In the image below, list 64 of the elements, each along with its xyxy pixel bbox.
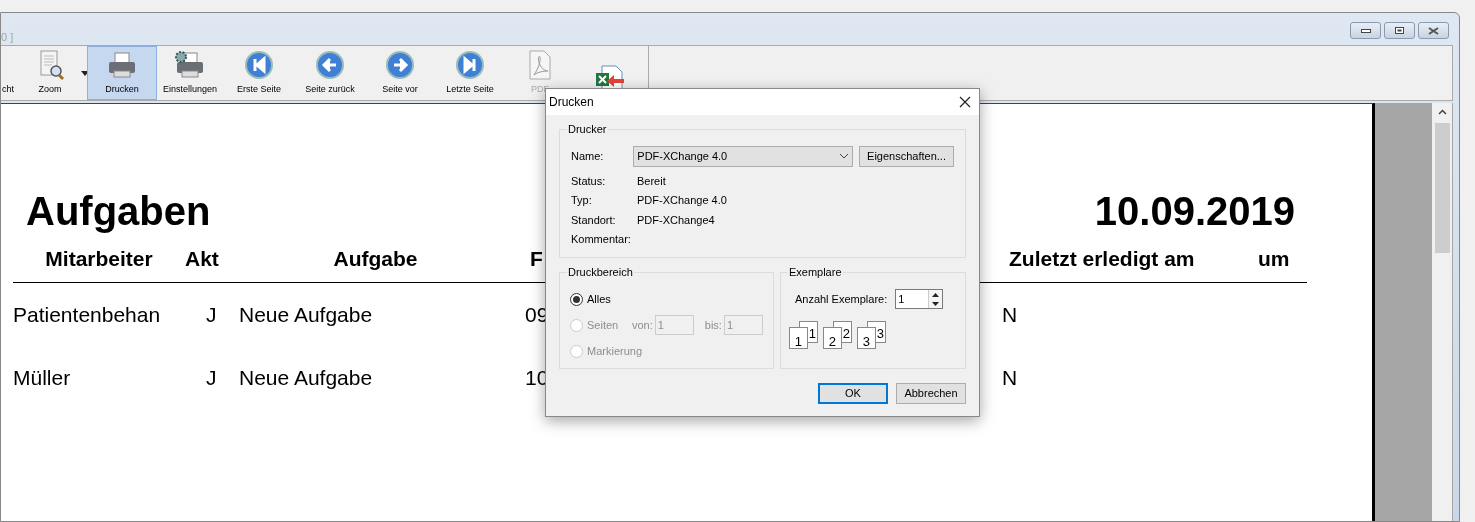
info-label: Standort: <box>571 212 617 228</box>
table-cell-text: Neue Aufgabe <box>239 301 373 328</box>
table-cell-text: J <box>206 301 217 328</box>
maximize-icon <box>1395 27 1404 34</box>
spin-down-icon[interactable] <box>932 301 940 306</box>
toolbar-button[interactable]: Erste Seite <box>223 46 295 100</box>
info-value: PDF-XChange 4.0 <box>637 193 727 208</box>
printer-gear-icon <box>174 48 206 81</box>
radio-label: Markierung <box>587 343 643 359</box>
report-date: 10.09.2019 <box>1094 188 1295 234</box>
info-label: Kommentar: <box>571 232 632 247</box>
field-label: von: <box>632 317 653 333</box>
radio-label: Seiten <box>587 317 619 333</box>
toolbar-button[interactable]: Drucken <box>87 46 157 100</box>
toolbar-button[interactable]: Zoom <box>15 46 85 100</box>
radio-button[interactable] <box>570 292 583 306</box>
spin-up-icon[interactable] <box>932 292 940 297</box>
table-cell-text: Müller <box>13 364 71 391</box>
table-cell-text: Patientenbehan <box>13 301 161 328</box>
toolbar-button[interactable]: Seite zurück <box>295 46 365 100</box>
info-label: Typ: <box>571 193 593 208</box>
group-legend: Drucker <box>567 122 608 136</box>
chevron-down-icon <box>839 153 849 159</box>
field-label: Name: <box>571 148 605 164</box>
dialog-title: Drucken <box>549 94 594 111</box>
scroll-thumb[interactable] <box>1434 123 1450 253</box>
info-value: PDF-XChange4 <box>637 212 715 228</box>
dialog-button[interactable]: OK <box>818 383 888 404</box>
table-cell-text: N <box>1002 364 1018 391</box>
column-header: Mitarbeiter <box>45 246 153 272</box>
toolbar-button[interactable]: cht <box>1 46 15 100</box>
field-label: Anzahl Exemplare: <box>794 291 888 307</box>
info-label: Status: <box>571 173 607 189</box>
close-icon <box>1428 26 1439 35</box>
copies-spinner[interactable]: 1 <box>895 289 944 309</box>
group-legend: Druckbereich <box>567 265 634 279</box>
table-cell-text: Neue Aufgabe <box>239 364 373 391</box>
table-cell-text: J <box>206 364 217 391</box>
minimize-icon <box>1360 28 1371 33</box>
table-cell-text: N <box>1002 301 1018 328</box>
column-header: F <box>530 246 543 272</box>
toolbar-button[interactable]: Einstellungen <box>157 46 223 100</box>
dialog-button[interactable]: Abbrechen <box>896 383 966 404</box>
toolbar-button[interactable]: Seite vor <box>365 46 435 100</box>
radio-label: Alles <box>587 291 611 307</box>
scroll-up-icon[interactable] <box>1437 109 1447 115</box>
first-page-icon <box>243 48 275 81</box>
minimize-button[interactable] <box>1350 22 1381 39</box>
maximize-button[interactable] <box>1384 22 1415 39</box>
printer-dropdown[interactable]: PDF-XChange 4.0 <box>633 145 853 167</box>
close-icon[interactable] <box>959 96 971 108</box>
field-label: bis: <box>704 317 722 333</box>
window-title: 0 ] <box>1 30 14 45</box>
column-header: Zuletzt erledigt am <box>1009 246 1195 272</box>
group-legend: Exemplare <box>787 265 843 279</box>
info-value: Bereit <box>637 173 666 189</box>
toolbar-button[interactable]: Letzte Seite <box>435 46 505 100</box>
report-title: Aufgaben <box>26 188 211 234</box>
close-button[interactable] <box>1418 22 1449 39</box>
last-page-icon <box>454 48 486 81</box>
column-header: Akt <box>185 246 219 272</box>
column-header: Aufgabe <box>333 246 418 272</box>
properties-button[interactable]: Eigenschaften... <box>859 145 954 167</box>
column-header: um <box>1258 246 1290 272</box>
